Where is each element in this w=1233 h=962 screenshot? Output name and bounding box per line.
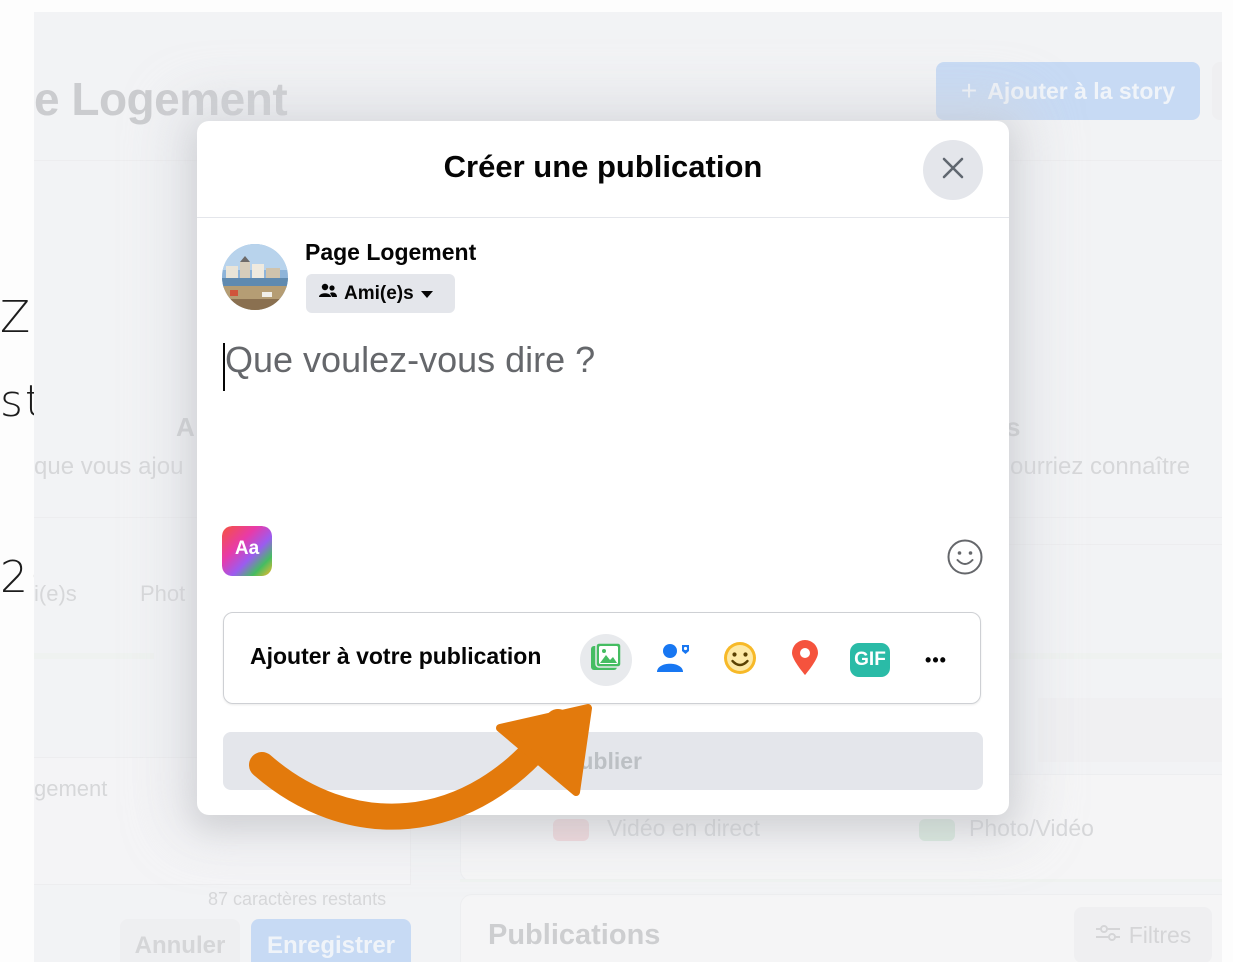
- close-button[interactable]: [923, 140, 983, 200]
- audience-selector[interactable]: Ami(e)s: [306, 274, 455, 313]
- cancel-button[interactable]: Annuler: [120, 919, 240, 962]
- tag-people-button[interactable]: [648, 634, 700, 686]
- location-pin-icon: [790, 639, 820, 681]
- more-icon: •••: [925, 649, 947, 670]
- divider: [1004, 653, 1222, 659]
- caret-down-icon: [420, 283, 434, 305]
- photo-icon: [589, 641, 623, 680]
- dialog-header: Créer une publication: [197, 121, 1009, 218]
- sliders-icon: [1095, 922, 1121, 949]
- emoji-picker-button[interactable]: [946, 538, 984, 576]
- add-to-post-label: Ajouter à votre publication: [250, 643, 542, 669]
- more-options-button[interactable]: •••: [910, 634, 962, 686]
- avatar: [222, 244, 288, 310]
- divider: [34, 653, 154, 659]
- feeling-icon: [722, 640, 758, 681]
- page-name-value: gement: [34, 776, 108, 801]
- close-icon: [941, 156, 965, 185]
- filters-button[interactable]: Filtres: [1074, 907, 1212, 962]
- page-title: e Logement: [34, 73, 288, 125]
- author-name: Page Logement: [305, 239, 477, 265]
- photo-video-button[interactable]: Photo/Vidéo: [969, 815, 1094, 842]
- save-button[interactable]: Enregistrer: [251, 919, 411, 962]
- audience-label: Ami(e)s: [344, 282, 414, 304]
- photo-video-button[interactable]: [580, 634, 632, 686]
- create-post-dialog: Créer une publication Page Logement Ami(…: [197, 121, 1009, 815]
- divider: [460, 879, 1222, 882]
- divider: [994, 544, 1222, 545]
- live-video-icon: [553, 819, 589, 841]
- background-bar: [1038, 698, 1222, 762]
- plus-icon: +: [960, 75, 978, 106]
- filters-label: Filtres: [1128, 921, 1192, 948]
- publish-button[interactable]: Publier: [223, 732, 983, 790]
- add-to-story-label: Ajouter à la story: [987, 77, 1176, 104]
- tab-friends[interactable]: i(e)s: [34, 581, 77, 607]
- slide-text-fragment: Z: [0, 292, 33, 343]
- text-background-button[interactable]: Aa: [222, 526, 272, 576]
- smiley-icon: [946, 539, 984, 580]
- add-to-story-button[interactable]: + Ajouter à la story: [936, 62, 1200, 120]
- dialog-title: Créer une publication: [443, 149, 763, 184]
- live-video-button[interactable]: Vidéo en direct: [607, 815, 760, 842]
- aa-label: Aa: [234, 538, 260, 559]
- photo-video-icon: [919, 819, 955, 841]
- friends-icon: [318, 283, 338, 305]
- tab-photos[interactable]: Phot: [140, 581, 185, 607]
- feeling-activity-button[interactable]: [714, 634, 766, 686]
- check-in-button[interactable]: [779, 634, 831, 686]
- post-text-input[interactable]: Que voulez-vous dire ?: [223, 339, 973, 399]
- description-fragment: que vous ajou: [34, 453, 184, 480]
- post-placeholder: Que voulez-vous dire ?: [225, 339, 596, 380]
- gif-button[interactable]: GIF: [844, 634, 896, 686]
- description-fragment: ourriez connaître: [1010, 453, 1191, 480]
- tag-people-icon: [656, 641, 692, 680]
- gif-icon: GIF: [850, 643, 890, 677]
- more-button[interactable]: [1212, 62, 1222, 120]
- add-to-post-bar: Ajouter à votre publication GIF •••: [223, 612, 981, 704]
- posts-heading: Publications: [488, 919, 661, 951]
- screenshot-stage: Z st 20 e Logement + Ajouter à la story …: [0, 0, 1233, 962]
- characters-remaining: 87 caractères restants: [208, 889, 387, 909]
- section-heading-fragment: A: [176, 412, 195, 442]
